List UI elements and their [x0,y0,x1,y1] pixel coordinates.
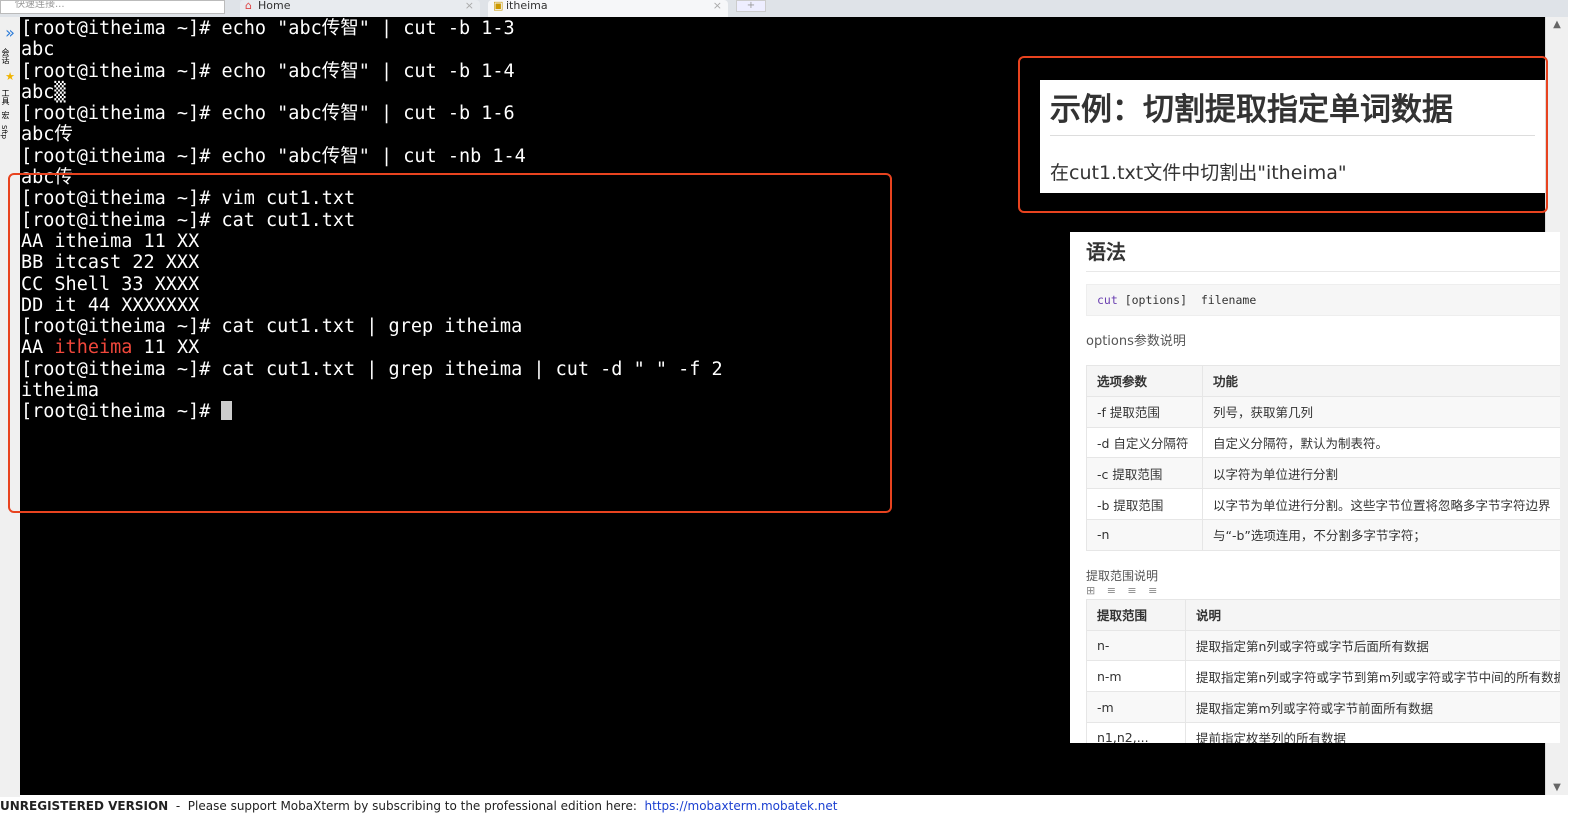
tab-home[interactable]: ⌂ Home × [240,0,480,17]
star-icon[interactable]: ★ [0,70,20,83]
table-toolbar-icons: ⊞ ≡ ≡ ≡ [1086,583,1162,597]
terminal-icon: ▣ [493,0,504,12]
quick-connect-input[interactable]: 快速连接... [0,0,225,14]
syntax-slide: 语法 cut [options] filename options参数说明 选项… [1070,232,1560,743]
close-icon[interactable]: × [713,0,722,12]
sidebar-item-sessions[interactable]: 会话 [0,48,11,64]
syntax-title: 语法 [1086,236,1560,272]
header-cell: 说明 [1185,598,1560,631]
close-icon[interactable]: × [465,0,474,12]
table-row: n1,n2,... 提前指定枚举列的所有数据 [1086,721,1560,743]
code-keyword: cut [1097,293,1118,307]
status-bar: UNREGISTERED VERSION - Please support Mo… [0,797,1568,822]
sidebar-item-macros[interactable]: 宏 [0,111,11,119]
header-cell: 功能 [1202,365,1560,397]
table-row: n- 提取指定第n列或字符或字节后面所有数据 [1086,629,1560,662]
cell: -f 提取范围 [1086,395,1203,428]
cell: -m [1086,691,1186,723]
window-edge [1568,0,1586,822]
cell: n- [1086,629,1186,662]
header-cell: 选项参数 [1086,365,1203,397]
home-icon: ⌂ [245,0,252,12]
cell: 以字节为单位进行分割。这些字节位置将忽略多字节字符边界 [1202,488,1560,520]
highlight-box [8,173,892,513]
tab-label: Home [258,0,291,12]
sidebar-item-sftp[interactable]: Sftp [0,125,8,139]
header-cell: 提取范围 [1086,598,1186,631]
scroll-up-icon[interactable]: ▲ [1546,19,1568,30]
tab-itheima[interactable]: ▣ itheima × [488,0,728,17]
highlight-box [1018,56,1548,213]
table-row: -n 与“-b”选项连用，不分割多字节字符； [1086,518,1560,551]
terminal-line: [root@itheima ~]# echo "abc传智" | cut -b … [21,18,515,39]
expand-sidebar-icon[interactable]: » [0,23,20,42]
code-args: [options] filename [1117,293,1257,307]
cell: 列号，获取第几列 [1202,395,1560,428]
cell: n1,n2,... [1086,721,1186,743]
table-row: -c 提取范围 以字符为单位进行分割 [1086,457,1560,490]
table-row: -d 自定义分隔符 自定义分隔符，默认为制表符。 [1086,426,1560,459]
options-table: 选项参数 功能 -f 提取范围 列号，获取第几列 -d 自定义分隔符 自定义分隔符，默… [1086,365,1560,551]
table-row: -m 提取指定第m列或字符或字节前面所有数据 [1086,691,1560,723]
cell: 以字符为单位进行分割 [1202,457,1560,490]
tab-bar: 快速连接... ⌂ Home × ▣ itheima × + [0,0,1586,17]
status-text: - Please support MobaXterm by subscribin… [168,799,645,813]
cell: -n [1086,518,1203,551]
mobatek-link[interactable]: https://mobaxterm.mobatek.net [645,799,838,813]
cell: 提前指定枚举列的所有数据 [1185,721,1560,743]
table-row: n-m 提取指定第n列或字符或字节到第m列或字符或字节中间的所有数据 [1086,660,1560,693]
cell: n-m [1086,660,1186,693]
sidebar-item-tools[interactable]: 工具 [0,89,11,105]
table-row: -f 提取范围 列号，获取第几列 [1086,395,1560,428]
cell: 提取指定第n列或字符或字节后面所有数据 [1185,629,1560,662]
scroll-down-icon[interactable]: ▼ [1546,782,1568,793]
cell: -b 提取范围 [1086,488,1203,520]
cell: 与“-b”选项连用，不分割多字节字符； [1202,518,1560,551]
options-label: options参数说明 [1086,334,1186,349]
cell: 提取指定第n列或字符或字节到第m列或字符或字节中间的所有数据 [1185,660,1560,693]
range-table: 提取范围 说明 n- 提取指定第n列或字符或字节后面所有数据 n-m 提取指定第n列或… [1086,598,1560,743]
unregistered-label: UNREGISTERED VERSION [0,799,169,813]
range-label: 提取范围说明 [1086,568,1159,583]
cell: 自定义分隔符，默认为制表符。 [1202,426,1560,459]
cell: -c 提取范围 [1086,457,1203,490]
cell: 提取指定第m列或字符或字节前面所有数据 [1185,691,1560,723]
cell: -d 自定义分隔符 [1086,426,1203,459]
tab-label: itheima [506,0,548,12]
table-row: -b 提取范围 以字节为单位进行分割。这些字节位置将忽略多字节字符边界 [1086,488,1560,520]
code-block: cut [options] filename [1086,284,1560,316]
new-tab-button[interactable]: + [736,0,766,12]
